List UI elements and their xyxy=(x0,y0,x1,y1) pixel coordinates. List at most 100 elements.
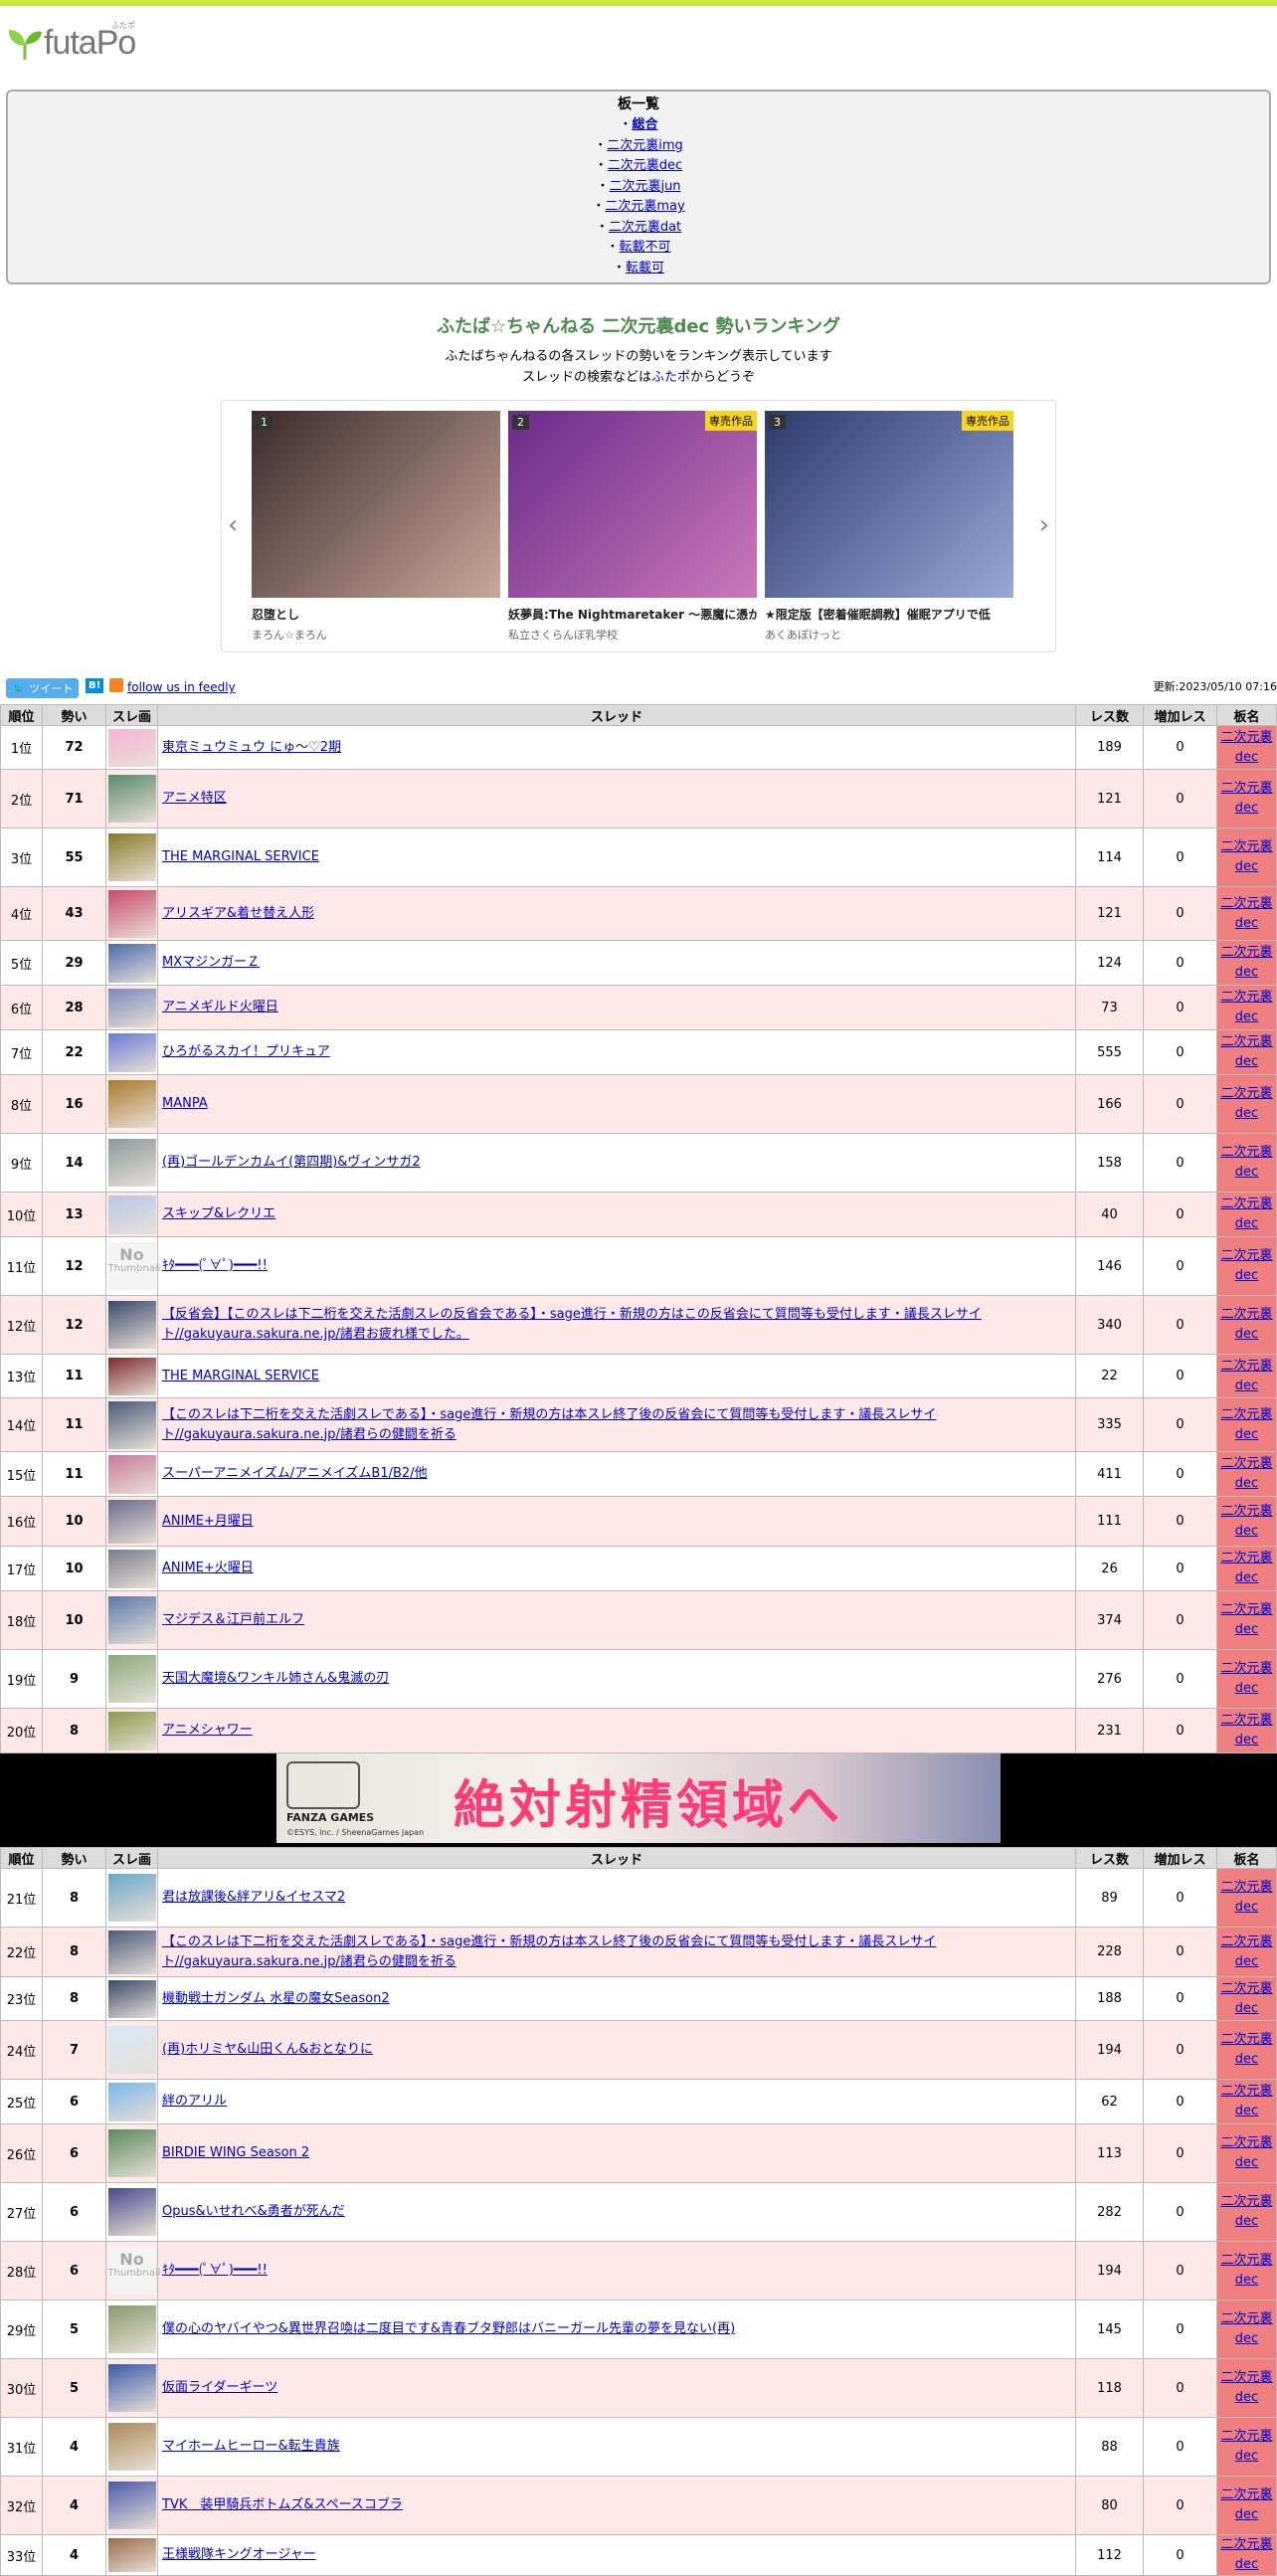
carousel-prev-arrow[interactable]: ‹ xyxy=(228,510,238,540)
board-name-link[interactable]: 二次元裏 dec xyxy=(1220,1602,1272,1637)
thread-title-link[interactable]: MXマジンガーＺ xyxy=(162,955,260,970)
thread-thumbnail[interactable] xyxy=(107,1499,156,1544)
ad-banner[interactable]: FANZA GAMES ©ESYS, Inc. / SheenaGames Ja… xyxy=(276,1753,1001,1843)
board-name-link[interactable]: 二次元裏 dec xyxy=(1220,1661,1272,1696)
carousel-next-arrow[interactable]: › xyxy=(1039,510,1049,540)
thread-title-link[interactable]: BIRDIE WING Season 2 xyxy=(162,2145,309,2160)
thread-title-link[interactable]: MANPA xyxy=(162,1096,208,1111)
board-name-link[interactable]: 二次元裏 dec xyxy=(1220,2370,1272,2405)
thread-title-link[interactable]: アリスギア&着せ替え人形 xyxy=(162,906,314,921)
board-name-link[interactable]: 二次元裏 dec xyxy=(1220,1504,1272,1539)
thread-title-link[interactable]: 機動戦士ガンダム 水星の魔女Season2 xyxy=(162,1991,390,2006)
thread-thumbnail[interactable] xyxy=(107,943,156,983)
thread-thumbnail[interactable] xyxy=(107,2129,156,2177)
thread-title-link[interactable]: ANIME+月曜日 xyxy=(162,1514,254,1529)
thread-thumbnail[interactable] xyxy=(107,2188,156,2236)
thread-title-link[interactable]: 仮面ライダーギーツ xyxy=(162,2380,277,2395)
thread-title-link[interactable]: 【反省会】【このスレは下二桁を交えた活劇スレの反省会である】・sage進行・新規… xyxy=(162,1307,982,1342)
thread-thumbnail[interactable]: No Thumbnail xyxy=(107,2247,160,2295)
thread-thumbnail[interactable] xyxy=(107,2026,156,2074)
thread-title-link[interactable]: 【このスレは下二桁を交えた活劇スレである】・sage進行・新規の方は本スレ終了後… xyxy=(162,1407,936,1442)
board-name-link[interactable]: 二次元裏 dec xyxy=(1220,2429,1272,2464)
thread-thumbnail[interactable] xyxy=(107,2364,156,2412)
thread-title-link[interactable]: ｷﾀ━━━(ﾟ∀ﾟ)━━━!! xyxy=(162,1258,268,1273)
board-name-link[interactable]: 二次元裏 dec xyxy=(1220,781,1272,816)
board-link[interactable]: 二次元裏img xyxy=(607,138,683,153)
thread-thumbnail[interactable] xyxy=(107,1930,156,1974)
thread-thumbnail[interactable] xyxy=(107,1080,156,1128)
thread-thumbnail[interactable] xyxy=(107,1596,156,1644)
thread-thumbnail[interactable] xyxy=(107,2482,156,2529)
thread-title-link[interactable]: ANIME+火曜日 xyxy=(162,1561,254,1575)
board-name-link[interactable]: 二次元裏 dec xyxy=(1220,1981,1272,2016)
feedly-follow-link[interactable]: follow us in feedly xyxy=(127,680,236,694)
board-name-link[interactable]: 二次元裏 dec xyxy=(1220,2537,1272,2572)
thread-title-link[interactable]: 僕の心のヤバイやつ&異世界召喚は二度目です&青春ブタ野郎はバニーガール先輩の夢を… xyxy=(162,2321,735,2336)
tweet-button[interactable]: 🐦 ツイート xyxy=(6,678,80,698)
board-name-link[interactable]: 二次元裏 dec xyxy=(1220,839,1272,874)
thread-title-link[interactable]: ｷﾀ━━━(ﾟ∀ﾟ)━━━!! xyxy=(162,2263,268,2278)
product-circle[interactable]: 私立さくらんぼ乳学校 xyxy=(508,627,757,643)
thread-thumbnail[interactable] xyxy=(107,833,156,881)
board-name-link[interactable]: 二次元裏 dec xyxy=(1220,1145,1272,1180)
thread-thumbnail[interactable] xyxy=(107,1400,156,1449)
thread-thumbnail[interactable] xyxy=(107,988,156,1027)
board-name-link[interactable]: 二次元裏 dec xyxy=(1220,1934,1272,1969)
thread-title-link[interactable]: (再)ゴールデンカムイ(第四期)&ヴィンサガ2 xyxy=(162,1155,421,1170)
thread-thumbnail[interactable] xyxy=(107,2423,156,2471)
thread-title-link[interactable]: アニメ特区 xyxy=(162,791,227,806)
board-name-link[interactable]: 二次元裏 dec xyxy=(1220,2135,1272,2170)
thread-title-link[interactable]: 王様戦隊キングオージャー xyxy=(162,2547,316,2562)
board-name-link[interactable]: 二次元裏 dec xyxy=(1220,1196,1272,1231)
thread-title-link[interactable]: 絆のアリル xyxy=(162,2094,227,2109)
thread-thumbnail[interactable] xyxy=(107,1979,156,2018)
product-card[interactable]: 3 専売作品 ★限定版【密着催眠調教】催眠アプリで低 あくあぽけっと xyxy=(765,411,1013,643)
board-name-link[interactable]: 二次元裏 dec xyxy=(1220,2032,1272,2067)
thread-thumbnail[interactable] xyxy=(107,1032,156,1072)
thread-thumbnail[interactable] xyxy=(107,775,156,823)
thread-thumbnail[interactable] xyxy=(107,1549,156,1588)
product-image[interactable]: 1 xyxy=(252,411,500,598)
thread-title-link[interactable]: 君は放課後&絆アリ&イセスマ2 xyxy=(162,1890,345,1905)
board-name-link[interactable]: 二次元裏 dec xyxy=(1220,945,1272,980)
product-title[interactable]: 忍堕とし xyxy=(252,606,500,623)
board-name-link[interactable]: 二次元裏 dec xyxy=(1220,730,1272,765)
thread-thumbnail[interactable] xyxy=(107,2538,156,2572)
product-title[interactable]: ★限定版【密着催眠調教】催眠アプリで低 xyxy=(765,606,1013,623)
thread-thumbnail[interactable] xyxy=(107,2082,156,2121)
thread-thumbnail[interactable]: No Thumbnail xyxy=(107,1242,160,1290)
thread-thumbnail[interactable] xyxy=(107,1711,156,1750)
board-link[interactable]: 転載不可 xyxy=(620,240,671,255)
thread-thumbnail[interactable] xyxy=(107,1195,156,1234)
board-name-link[interactable]: 二次元裏 dec xyxy=(1220,2253,1272,2288)
product-card[interactable]: 1 忍堕とし まろん☆まろん xyxy=(252,411,500,643)
thread-thumbnail[interactable] xyxy=(107,1874,156,1922)
board-name-link[interactable]: 二次元裏 dec xyxy=(1220,1880,1272,1915)
futapo-search-link[interactable]: ふたポ xyxy=(651,370,690,385)
thread-thumbnail[interactable] xyxy=(107,1454,156,1494)
board-name-link[interactable]: 二次元裏 dec xyxy=(1220,1034,1272,1069)
board-name-link[interactable]: 二次元裏 dec xyxy=(1220,896,1272,931)
hatena-bookmark-button[interactable]: B! xyxy=(86,678,104,693)
board-name-link[interactable]: 二次元裏 dec xyxy=(1220,1551,1272,1585)
board-name-link[interactable]: 二次元裏 dec xyxy=(1220,2487,1272,2522)
thread-thumbnail[interactable] xyxy=(107,889,156,938)
thread-thumbnail[interactable] xyxy=(107,1655,156,1703)
board-name-link[interactable]: 二次元裏 dec xyxy=(1220,2194,1272,2229)
product-image[interactable]: 2 専売作品 xyxy=(508,411,757,598)
board-link[interactable]: 二次元裏dec xyxy=(608,158,682,173)
product-title[interactable]: 妖夢員:The Nightmaretaker ～悪魔に憑か xyxy=(508,606,757,623)
board-name-link[interactable]: 二次元裏 dec xyxy=(1220,1456,1272,1491)
board-link[interactable]: 総合 xyxy=(633,117,658,132)
board-link[interactable]: 転載可 xyxy=(626,261,664,276)
board-name-link[interactable]: 二次元裏 dec xyxy=(1220,990,1272,1024)
thread-thumbnail[interactable] xyxy=(107,2305,156,2353)
product-circle[interactable]: あくあぽけっと xyxy=(765,627,1013,643)
thread-thumbnail[interactable] xyxy=(107,1301,156,1349)
thread-title-link[interactable]: マジデス＆江戸前エルフ xyxy=(162,1612,304,1627)
thread-title-link[interactable]: ひろがるスカイ！プリキュア xyxy=(162,1044,330,1059)
thread-title-link[interactable]: スキップ&レクリエ xyxy=(162,1206,275,1221)
site-logo[interactable]: futaPo ふたポ xyxy=(6,21,136,62)
product-card[interactable]: 2 専売作品妖夢員:The Nightmaretaker ～悪魔に憑か 私立さくらん… xyxy=(508,411,757,643)
product-image[interactable]: 3 専売作品 xyxy=(765,411,1013,598)
